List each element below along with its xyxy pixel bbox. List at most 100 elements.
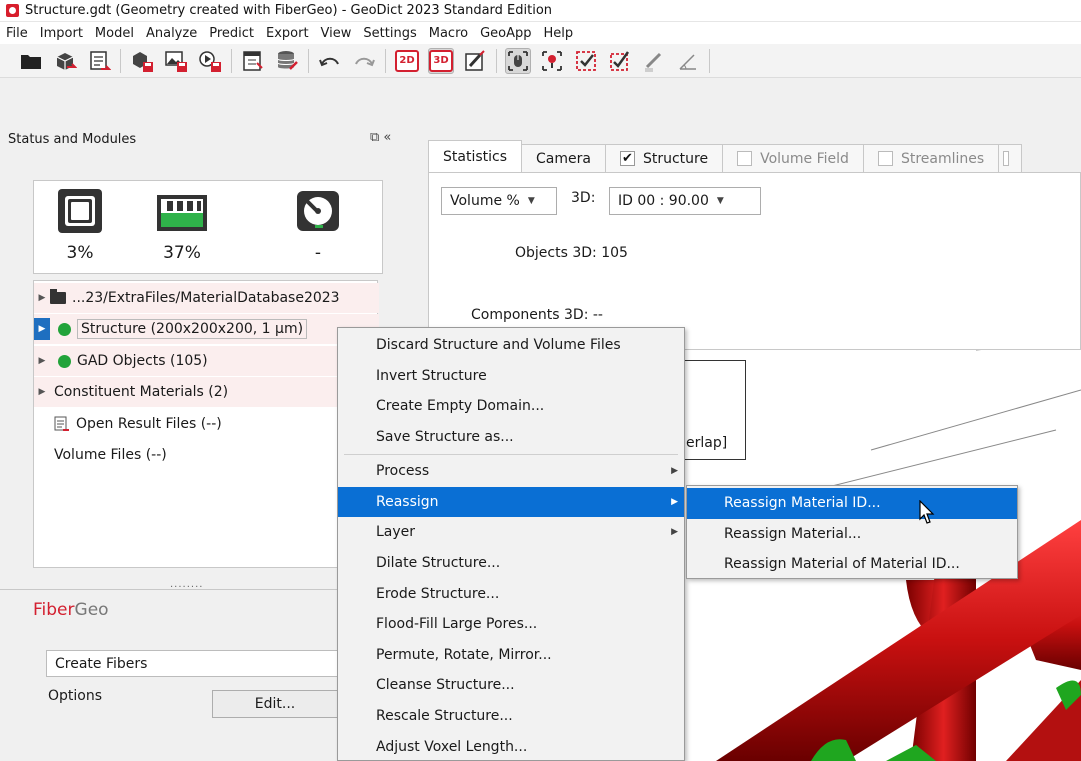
- menu-item-layer[interactable]: Layer ▶: [338, 517, 684, 548]
- menu-item-dilate-structure[interactable]: Dilate Structure...: [338, 548, 684, 579]
- menu-predict[interactable]: Predict: [209, 26, 254, 41]
- database-button[interactable]: [274, 48, 300, 74]
- load-structure-button[interactable]: [52, 48, 78, 74]
- folder-icon: [50, 289, 66, 304]
- ruler-pen-icon: [645, 52, 662, 71]
- tree-item-constituent-materials[interactable]: ▶ Constituent Materials (2): [34, 377, 379, 407]
- view-3d-button[interactable]: 3D: [428, 47, 454, 74]
- menu-item-reassign[interactable]: Reassign ▶: [338, 486, 684, 518]
- select-region-button[interactable]: [573, 48, 599, 74]
- menu-item-permute-rotate-mirror[interactable]: Permute, Rotate, Mirror...: [338, 640, 684, 671]
- tab-streamlines[interactable]: Streamlines: [862, 144, 1000, 172]
- visualization-settings-button[interactable]: [462, 48, 488, 74]
- save-structure-button[interactable]: [129, 48, 155, 74]
- redo-button[interactable]: [351, 48, 377, 74]
- menu-view[interactable]: View: [321, 26, 352, 41]
- menu-item-reassign-material-of-id[interactable]: Reassign Material of Material ID...: [687, 549, 1017, 580]
- select-object-button[interactable]: [607, 48, 633, 74]
- structure-tree: ▶ ...23/ExtraFiles/MaterialDatabase2023 …: [33, 280, 379, 568]
- volume-unit-select[interactable]: Volume % ▼: [441, 187, 557, 215]
- tree-item-volume-files[interactable]: Volume Files (--): [34, 440, 379, 470]
- edit-options-button[interactable]: Edit...: [212, 690, 338, 718]
- checkbox-icon[interactable]: [737, 151, 753, 166]
- load-results-button[interactable]: [86, 48, 112, 74]
- expand-arrow-icon[interactable]: ▶: [34, 318, 50, 340]
- mouse-select-icon: [508, 50, 528, 71]
- save-movie-button[interactable]: [197, 48, 223, 74]
- undo-button[interactable]: [317, 48, 343, 74]
- menu-bar: File Import Model Analyze Predict Export…: [0, 22, 1081, 44]
- expand-arrow-icon[interactable]: ▶: [34, 387, 50, 397]
- menu-item-save-structure-as[interactable]: Save Structure as...: [338, 422, 684, 453]
- tab-volume-field[interactable]: Volume Field: [722, 144, 864, 172]
- cpu-status: 3%: [50, 187, 110, 263]
- menu-item-reassign-material-id[interactable]: Reassign Material ID...: [687, 488, 1017, 519]
- panel-header: Status and Modules: [8, 132, 137, 147]
- menu-settings[interactable]: Settings: [363, 26, 416, 41]
- mouse-mode-button[interactable]: [505, 47, 531, 74]
- panel-float-collapse-controls[interactable]: ⧉ «: [370, 130, 391, 145]
- chevron-down-icon: ▼: [527, 196, 535, 206]
- tab-structure[interactable]: ✔ Structure: [604, 144, 724, 172]
- tab-label: Streamlines: [900, 150, 985, 167]
- menu-item-process[interactable]: Process ▶: [338, 456, 684, 487]
- menu-model[interactable]: Model: [95, 26, 134, 41]
- menu-item-erode-structure[interactable]: Erode Structure...: [338, 578, 684, 609]
- object-check-icon: [610, 50, 630, 71]
- menu-help[interactable]: Help: [544, 26, 574, 41]
- menu-analyze[interactable]: Analyze: [146, 26, 197, 41]
- tab-more[interactable]: [998, 144, 1023, 172]
- tab-camera[interactable]: Camera: [521, 144, 606, 172]
- tab-statistics[interactable]: Statistics: [428, 140, 522, 172]
- menu-item-cleanse-structure[interactable]: Cleanse Structure...: [338, 670, 684, 701]
- submenu-arrow-icon: ▶: [671, 466, 678, 477]
- menu-item-flood-fill-large-pores[interactable]: Flood-Fill Large Pores...: [338, 609, 684, 640]
- result-file-icon: [54, 416, 69, 431]
- title-bar: Structure.gdt (Geometry created with Fib…: [0, 0, 1081, 22]
- menu-item-invert-structure[interactable]: Invert Structure: [338, 361, 684, 392]
- menu-item-rescale-structure[interactable]: Rescale Structure...: [338, 701, 684, 732]
- components-3d-value: Components 3D: --: [471, 307, 603, 323]
- tree-item-material-database[interactable]: ▶ ...23/ExtraFiles/MaterialDatabase2023: [34, 283, 379, 313]
- report-button[interactable]: [240, 48, 266, 74]
- tab-label: Statistics: [443, 148, 507, 165]
- tree-item-label: Open Result Files (--): [76, 416, 222, 432]
- menu-geoapp[interactable]: GeoApp: [480, 26, 531, 41]
- pick-object-button[interactable]: [539, 48, 565, 74]
- chevron-down-icon: ▼: [716, 196, 724, 206]
- material-id-select[interactable]: ID 00 : 90.00 ▼: [609, 187, 761, 215]
- menu-import[interactable]: Import: [40, 26, 83, 41]
- toolbar-separator: [120, 48, 121, 73]
- open-folder-button[interactable]: [18, 48, 44, 74]
- menu-file[interactable]: File: [6, 26, 28, 41]
- menu-macro[interactable]: Macro: [429, 26, 468, 41]
- menu-item-label: Layer: [376, 524, 416, 541]
- toolbar-separator: [231, 48, 232, 73]
- tree-item-label: Constituent Materials (2): [54, 384, 229, 400]
- expand-arrow-icon[interactable]: ▶: [34, 356, 50, 366]
- create-fibers-select[interactable]: Create Fibers: [46, 650, 346, 677]
- checkbox-icon[interactable]: [877, 151, 893, 166]
- save-image-button[interactable]: [163, 48, 189, 74]
- view-3d-label: 3D: [429, 49, 453, 72]
- menu-item-discard-structure[interactable]: Discard Structure and Volume Files: [338, 330, 684, 361]
- angle-tool-button[interactable]: [675, 48, 701, 74]
- tree-item-open-result-files[interactable]: Open Result Files (--): [34, 409, 379, 439]
- expand-arrow-icon[interactable]: ▶: [34, 293, 50, 303]
- view-2d-button[interactable]: 2D: [394, 48, 420, 74]
- tree-item-label: Structure (200x200x200, 1 µm): [77, 319, 308, 339]
- toolbar-separator: [385, 48, 386, 73]
- measure-tool-button[interactable]: [641, 48, 667, 74]
- menu-item-adjust-voxel-length[interactable]: Adjust Voxel Length...: [338, 731, 684, 761]
- menu-item-create-empty-domain[interactable]: Create Empty Domain...: [338, 391, 684, 422]
- menu-item-reassign-material[interactable]: Reassign Material...: [687, 519, 1017, 550]
- tree-item-gad-objects[interactable]: ▶ GAD Objects (105): [34, 346, 379, 376]
- status-ok-icon: [58, 322, 71, 336]
- checkmark-icon[interactable]: ✔: [619, 151, 635, 166]
- tree-item-structure[interactable]: ▶ Structure (200x200x200, 1 µm): [34, 314, 379, 344]
- menu-export[interactable]: Export: [266, 26, 309, 41]
- movie-save-icon: [199, 50, 221, 72]
- cube-save-icon: [133, 51, 153, 72]
- redo-icon: [355, 57, 375, 66]
- checkbox-icon[interactable]: [1003, 151, 1010, 166]
